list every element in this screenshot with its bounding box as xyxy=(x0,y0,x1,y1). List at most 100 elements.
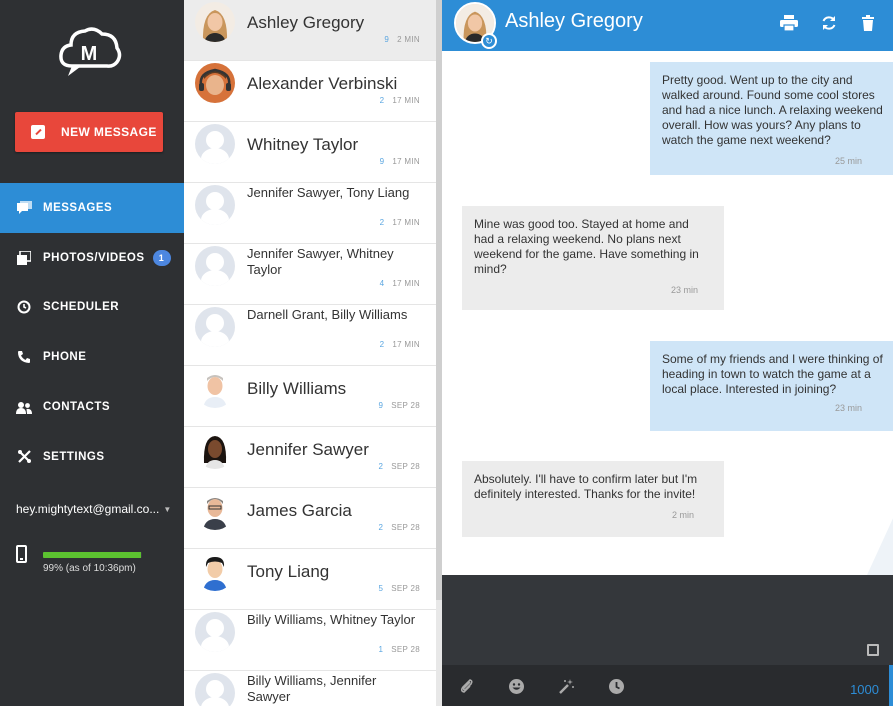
conversation-name: Billy Williams xyxy=(247,379,347,398)
message-thread: Pretty good. Went up to the city and wal… xyxy=(442,51,893,575)
conversation-meta: 5 SEP 28 xyxy=(378,584,420,593)
conversation-item[interactable]: Ashley Gregory 9 2 MIN xyxy=(184,0,436,61)
sync-icon: ↻ xyxy=(481,33,497,49)
message-count: 9 xyxy=(379,157,385,166)
conversation-name: Darnell Grant, Billy Williams xyxy=(247,307,408,322)
message-count: 5 xyxy=(378,584,384,593)
settings-icon xyxy=(16,449,32,465)
conversation-name: Jennifer Sawyer xyxy=(247,440,369,459)
conversation-time: SEP 28 xyxy=(391,584,420,593)
message-time: 23 min xyxy=(834,403,862,413)
refresh-icon[interactable] xyxy=(819,13,839,33)
new-message-button[interactable]: NEW MESSAGE xyxy=(15,112,163,152)
chat-panel: ↻ Ashley Gregory Pretty good. Went up to… xyxy=(442,0,893,706)
conversation-time: SEP 28 xyxy=(391,462,420,471)
conversation-item[interactable]: Jennifer Sawyer, Tony Liang 2 17 MIN xyxy=(184,183,436,244)
message-text: Absolutely. I'll have to confirm later b… xyxy=(474,472,698,501)
account-selector[interactable]: hey.mightytext@gmail.co... ▼ xyxy=(16,502,180,516)
avatar-placeholder-icon xyxy=(195,246,235,286)
print-icon[interactable] xyxy=(779,13,799,33)
conversation-meta: 9 SEP 28 xyxy=(378,401,420,410)
phone-device-icon xyxy=(16,545,27,563)
nav-item-settings[interactable]: SETTINGS xyxy=(0,432,184,482)
conversation-item[interactable]: James Garcia 2 SEP 28 xyxy=(184,488,436,549)
conversation-item[interactable]: Billy Williams, Whitney Taylor 1 SEP 28 xyxy=(184,610,436,671)
conversation-name: Billy Williams, Jennifer Sawyer xyxy=(247,673,377,704)
conversation-time: 17 MIN xyxy=(392,340,420,349)
nav-label-messages: MESSAGES xyxy=(43,201,113,214)
avatar xyxy=(195,551,235,591)
emoji-icon[interactable] xyxy=(507,677,525,695)
conversation-meta: 9 2 MIN xyxy=(384,35,420,44)
conversation-meta: 4 17 MIN xyxy=(380,279,420,288)
account-email: hey.mightytext@gmail.co... xyxy=(16,502,160,516)
conversation-time: 17 MIN xyxy=(392,279,420,288)
attachment-icon[interactable] xyxy=(458,677,476,695)
new-message-label: NEW MESSAGE xyxy=(61,125,157,139)
message-count: 2 xyxy=(379,340,385,349)
conversation-time: 17 MIN xyxy=(392,218,420,227)
contacts-icon xyxy=(16,399,32,415)
avatar xyxy=(195,63,235,103)
chat-header: ↻ Ashley Gregory xyxy=(442,0,893,51)
message-count: 9 xyxy=(384,35,390,44)
compose-toolbar: 1000 xyxy=(442,665,893,706)
message-count: 2 xyxy=(379,218,385,227)
conversation-item[interactable]: Jennifer Sawyer, Whitney Taylor 4 17 MIN xyxy=(184,244,436,305)
conversation-meta: 2 17 MIN xyxy=(380,218,420,227)
avatar-placeholder-icon xyxy=(195,612,235,652)
conversation-name: Alexander Verbinski xyxy=(247,74,398,93)
chat-title: Ashley Gregory xyxy=(505,10,643,32)
save-draft-icon[interactable] xyxy=(867,644,879,656)
nav-label-photos-videos: PHOTOS/VIDEOS xyxy=(43,251,145,264)
message-count: 4 xyxy=(379,279,385,288)
chevron-down-icon: ▼ xyxy=(163,504,172,514)
incoming-message[interactable]: Mine was good too. Stayed at home and ha… xyxy=(462,206,724,310)
nav-item-messages[interactable]: MESSAGES xyxy=(0,183,184,233)
schedule-clock-icon[interactable] xyxy=(607,677,625,695)
send-button-edge[interactable] xyxy=(889,665,893,706)
conversation-item[interactable]: Billy Williams 9 SEP 28 xyxy=(184,366,436,427)
conversation-time: 17 MIN xyxy=(392,157,420,166)
conversation-item[interactable]: Darnell Grant, Billy Williams 2 17 MIN xyxy=(184,305,436,366)
avatar xyxy=(195,368,235,408)
nav-item-phone[interactable]: PHONE xyxy=(0,332,184,382)
conversation-meta: 9 17 MIN xyxy=(380,157,420,166)
conversation-meta: 1 SEP 28 xyxy=(378,645,420,654)
photos-icon xyxy=(16,250,32,266)
avatar-placeholder-icon xyxy=(195,673,235,706)
incoming-message[interactable]: Absolutely. I'll have to confirm later b… xyxy=(462,461,724,537)
conversation-item[interactable]: Tony Liang 5 SEP 28 xyxy=(184,549,436,610)
messages-icon xyxy=(16,200,32,216)
conversation-name: Jennifer Sawyer, Whitney Taylor xyxy=(247,246,394,277)
message-compose-area[interactable] xyxy=(442,575,893,665)
conversation-name: Tony Liang xyxy=(247,562,330,581)
conversation-time: SEP 28 xyxy=(391,523,420,532)
background-decoration xyxy=(823,431,893,575)
conversation-time: 17 MIN xyxy=(392,96,420,105)
nav-item-scheduler[interactable]: SCHEDULER xyxy=(0,283,184,333)
outgoing-message[interactable]: Some of my friends and I were thinking o… xyxy=(650,341,893,431)
nav-label-contacts: CONTACTS xyxy=(43,401,111,414)
message-count: 1 xyxy=(378,645,384,654)
conversation-item[interactable]: Billy Williams, Jennifer Sawyer xyxy=(184,671,436,706)
main-nav: MESSAGES PHOTOS/VIDEOS 1 SCHEDULER PHONE xyxy=(0,183,184,482)
nav-label-phone: PHONE xyxy=(43,351,87,364)
conversation-item[interactable]: Whitney Taylor 9 17 MIN xyxy=(184,122,436,183)
nav-item-photos-videos[interactable]: PHOTOS/VIDEOS 1 xyxy=(0,233,184,283)
message-time: 23 min xyxy=(670,285,698,295)
magic-wand-icon[interactable] xyxy=(557,677,575,695)
device-status: 99% (as of 10:36pm) xyxy=(16,543,176,577)
nav-item-contacts[interactable]: CONTACTS xyxy=(0,382,184,432)
avatar-placeholder-icon xyxy=(195,307,235,347)
character-count: 1000 xyxy=(850,682,879,697)
avatar-placeholder-icon xyxy=(195,124,235,164)
conversation-time: SEP 28 xyxy=(391,645,420,654)
conversation-time: SEP 28 xyxy=(391,401,420,410)
trash-icon[interactable] xyxy=(858,13,878,33)
sidebar: M NEW MESSAGE MESSAGES PHOTOS/VIDEOS 1 S… xyxy=(0,0,184,706)
conversation-item[interactable]: Jennifer Sawyer 2 SEP 28 xyxy=(184,427,436,488)
outgoing-message[interactable]: Pretty good. Went up to the city and wal… xyxy=(650,62,893,175)
avatar xyxy=(195,490,235,530)
conversation-item[interactable]: Alexander Verbinski 2 17 MIN xyxy=(184,61,436,122)
